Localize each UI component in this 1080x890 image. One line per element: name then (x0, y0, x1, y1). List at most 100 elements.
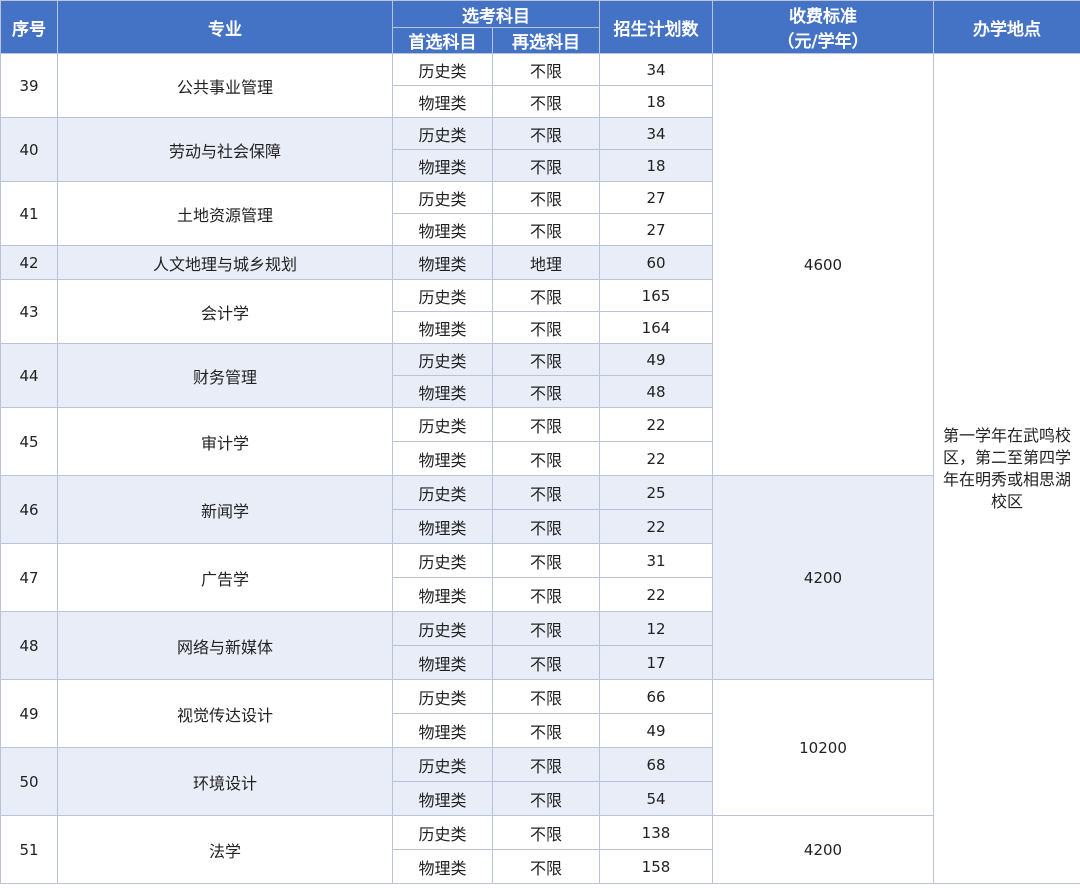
first-subject-cell: 物理类 (392, 245, 493, 280)
second-subject-cell: 不限 (492, 85, 600, 118)
seq-cell: 46 (0, 475, 58, 544)
major-cell: 会计学 (57, 279, 393, 344)
header-seq: 序号 (0, 0, 58, 54)
first-subject-cell: 历史类 (392, 679, 493, 714)
header-first-subject: 首选科目 (392, 27, 493, 54)
major-cell: 财务管理 (57, 343, 393, 408)
plan-count-cell: 34 (599, 117, 713, 150)
plan-count-cell: 17 (599, 645, 713, 680)
second-subject-cell: 不限 (492, 343, 600, 376)
table-header: 序号 专业 选考科目 招生计划数 收费标准 （元/学年） 办学地点 首选科目 再… (0, 0, 1080, 54)
fee-cell: 4600 (712, 53, 934, 476)
second-subject-cell: 不限 (492, 181, 600, 214)
second-subject-cell: 不限 (492, 441, 600, 476)
header-major: 专业 (57, 0, 393, 54)
fee-cell: 4200 (712, 475, 934, 680)
table-row: 46 新闻学 历史类 不限 25 4200 (0, 475, 1080, 680)
seq-cell: 50 (0, 747, 58, 816)
first-subject-cell: 历史类 (392, 815, 493, 850)
plan-count-cell: 18 (599, 149, 713, 182)
seq-cell: 45 (0, 407, 58, 476)
second-subject-cell: 不限 (492, 747, 600, 782)
first-subject-cell: 历史类 (392, 611, 493, 646)
seq-cell: 47 (0, 543, 58, 612)
plan-count-cell: 49 (599, 713, 713, 748)
second-subject-cell: 不限 (492, 149, 600, 182)
seq-cell: 44 (0, 343, 58, 408)
second-subject-cell: 不限 (492, 849, 600, 884)
seq-cell: 51 (0, 815, 58, 884)
plan-count-cell: 164 (599, 311, 713, 344)
first-subject-cell: 物理类 (392, 577, 493, 612)
second-subject-cell: 不限 (492, 311, 600, 344)
major-cell: 网络与新媒体 (57, 611, 393, 680)
plan-count-cell: 54 (599, 781, 713, 816)
first-subject-cell: 历史类 (392, 475, 493, 510)
header-fee-line1: 收费标准 (789, 7, 857, 27)
seq-cell: 40 (0, 117, 58, 182)
table-row: 51 法学 历史类 不限 138 4200 (0, 815, 1080, 884)
plan-count-cell: 68 (599, 747, 713, 782)
second-subject-cell: 不限 (492, 713, 600, 748)
admission-plan-table: 序号 专业 选考科目 招生计划数 收费标准 （元/学年） 办学地点 首选科目 再… (0, 0, 1080, 884)
first-subject-cell: 历史类 (392, 343, 493, 376)
second-subject-cell: 不限 (492, 815, 600, 850)
major-cell: 视觉传达设计 (57, 679, 393, 748)
table-row: 49 视觉传达设计 历史类 不限 66 10200 (0, 679, 1080, 816)
first-subject-cell: 物理类 (392, 509, 493, 544)
plan-count-cell: 22 (599, 441, 713, 476)
header-location: 办学地点 (933, 0, 1080, 54)
second-subject-cell: 不限 (492, 611, 600, 646)
plan-count-cell: 18 (599, 85, 713, 118)
location-cell: 第一学年在武鸣校区，第二至第四学年在明秀或相思湖校区 (933, 53, 1080, 884)
major-cell: 土地资源管理 (57, 181, 393, 246)
major-cell: 审计学 (57, 407, 393, 476)
first-subject-cell: 物理类 (392, 849, 493, 884)
first-subject-cell: 物理类 (392, 85, 493, 118)
plan-count-cell: 165 (599, 279, 713, 312)
plan-count-cell: 27 (599, 181, 713, 214)
header-plan: 招生计划数 (599, 0, 713, 54)
second-subject-cell: 不限 (492, 475, 600, 510)
second-subject-cell: 不限 (492, 53, 600, 86)
plan-count-cell: 158 (599, 849, 713, 884)
second-subject-cell: 地理 (492, 245, 600, 280)
first-subject-cell: 物理类 (392, 149, 493, 182)
plan-count-cell: 138 (599, 815, 713, 850)
plan-count-cell: 22 (599, 509, 713, 544)
second-subject-cell: 不限 (492, 577, 600, 612)
plan-count-cell: 25 (599, 475, 713, 510)
plan-count-cell: 49 (599, 343, 713, 376)
header-second-subject: 再选科目 (492, 27, 600, 54)
plan-count-cell: 60 (599, 245, 713, 280)
major-cell: 新闻学 (57, 475, 393, 544)
first-subject-cell: 历史类 (392, 543, 493, 578)
first-subject-cell: 历史类 (392, 279, 493, 312)
plan-count-cell: 22 (599, 577, 713, 612)
major-cell: 广告学 (57, 543, 393, 612)
second-subject-cell: 不限 (492, 407, 600, 442)
plan-count-cell: 12 (599, 611, 713, 646)
first-subject-cell: 物理类 (392, 375, 493, 408)
major-cell: 人文地理与城乡规划 (57, 245, 393, 280)
first-subject-cell: 物理类 (392, 441, 493, 476)
header-fee: 收费标准 （元/学年） (712, 0, 934, 54)
plan-count-cell: 22 (599, 407, 713, 442)
seq-cell: 39 (0, 53, 58, 118)
first-subject-cell: 历史类 (392, 747, 493, 782)
table-row: 39 公共事业管理 历史类 不限 34 4600 第一学年在武鸣校区，第二至第四学年在明秀或… (0, 53, 1080, 884)
major-cell: 公共事业管理 (57, 53, 393, 118)
second-subject-cell: 不限 (492, 543, 600, 578)
major-cell: 法学 (57, 815, 393, 884)
plan-count-cell: 48 (599, 375, 713, 408)
second-subject-cell: 不限 (492, 117, 600, 150)
seq-cell: 48 (0, 611, 58, 680)
plan-count-cell: 66 (599, 679, 713, 714)
first-subject-cell: 物理类 (392, 713, 493, 748)
fee-cell: 4200 (712, 815, 934, 884)
fee-cell: 10200 (712, 679, 934, 816)
first-subject-cell: 物理类 (392, 781, 493, 816)
seq-cell: 49 (0, 679, 58, 748)
first-subject-cell: 历史类 (392, 407, 493, 442)
first-subject-cell: 物理类 (392, 213, 493, 246)
